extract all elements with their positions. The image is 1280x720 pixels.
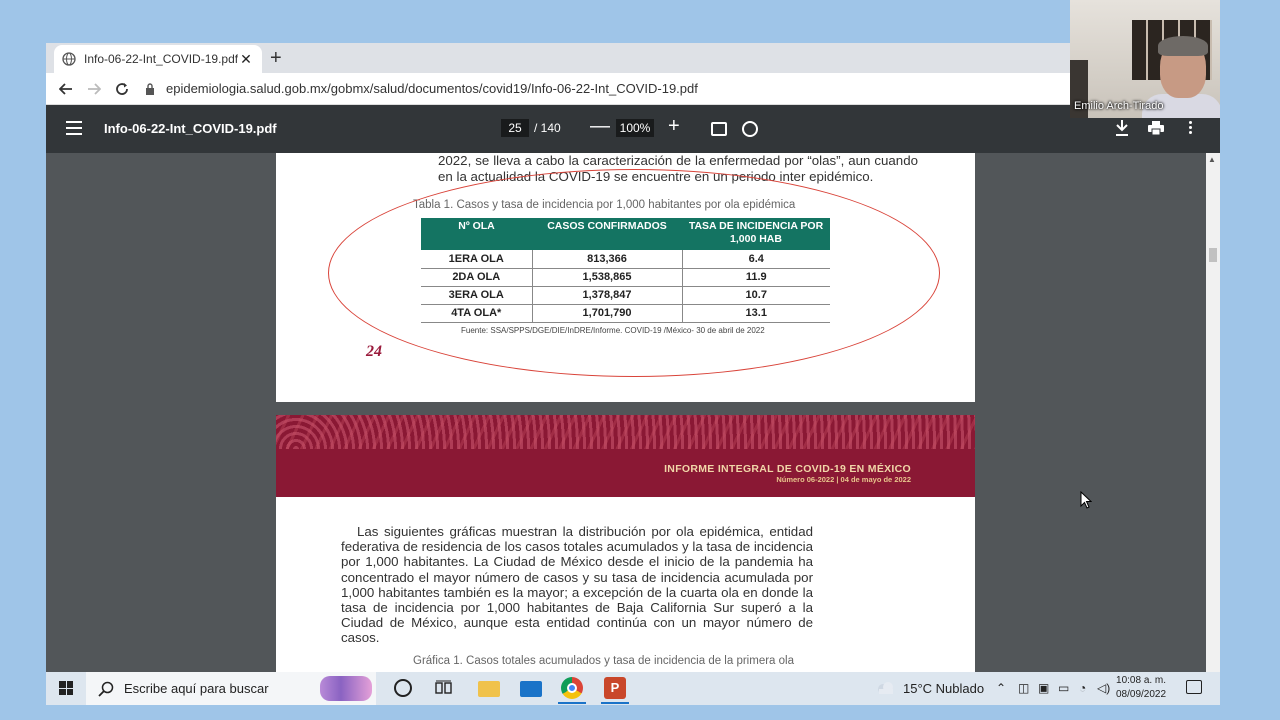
page-number-input[interactable]: 25: [501, 119, 529, 137]
lock-icon: [146, 82, 154, 95]
graph-caption: Gráfica 1. Casos totales acumulados y ta…: [413, 655, 794, 667]
search-icon: [98, 681, 114, 697]
taskbar-search[interactable]: Escribe aquí para buscar: [86, 672, 376, 705]
cortana-icon[interactable]: [394, 679, 412, 697]
address-bar-row: epidemiologia.salud.gob.mx/gobmx/salud/d…: [46, 73, 1220, 105]
volume-icon[interactable]: ◁): [1097, 681, 1110, 695]
task-view-icon[interactable]: [435, 680, 453, 696]
page-number: 24: [366, 343, 382, 360]
url-field[interactable]: epidemiologia.salud.gob.mx/gobmx/salud/d…: [144, 81, 698, 96]
chrome-active-indicator: [558, 702, 586, 704]
security-icon[interactable]: ▣: [1038, 681, 1049, 695]
print-icon[interactable]: [1148, 121, 1164, 135]
scroll-thumb[interactable]: [1209, 248, 1217, 262]
url-text: epidemiologia.salud.gob.mx/gobmx/salud/d…: [166, 81, 698, 96]
annotation-ellipse: [328, 169, 940, 377]
windows-start-icon[interactable]: [59, 681, 73, 695]
battery-icon[interactable]: ▭: [1058, 681, 1069, 695]
new-tab-button[interactable]: +: [270, 47, 282, 69]
arrow-right-icon: [88, 82, 101, 95]
file-explorer-icon[interactable]: [478, 681, 500, 697]
powerpoint-icon[interactable]: P: [604, 677, 626, 699]
cloud-icon[interactable]: [876, 680, 896, 696]
chevron-up-icon[interactable]: ⌃: [996, 681, 1006, 695]
pdf-page-25: INFORME INTEGRAL DE COVID-19 EN MÉXICO N…: [276, 415, 975, 705]
notification-icon[interactable]: [1186, 680, 1202, 694]
powerpoint-active-indicator: [601, 702, 629, 704]
zoom-level-input[interactable]: 100%: [616, 119, 654, 137]
arrow-left-icon: [59, 82, 72, 95]
presenter-name: Emilio Arch-Tirado: [1074, 100, 1164, 112]
body-paragraph: Las siguientes gráficas muestran la dist…: [341, 524, 813, 646]
report-banner: INFORME INTEGRAL DE COVID-19 EN MÉXICO N…: [276, 415, 975, 497]
scroll-up-icon[interactable]: ▲: [1208, 155, 1216, 164]
zoom-out-button[interactable]: —: [590, 115, 610, 138]
globe-icon: [62, 52, 76, 66]
download-icon[interactable]: [1115, 119, 1129, 137]
webcam-overlay: Emilio Arch-Tirado: [1070, 0, 1220, 118]
banner-title: INFORME INTEGRAL DE COVID-19 EN MÉXICO: [664, 463, 911, 475]
meet-icon[interactable]: ◫: [1018, 681, 1029, 695]
zoom-in-button[interactable]: +: [668, 115, 680, 138]
more-options-icon[interactable]: [1189, 121, 1193, 137]
tab-strip: Info-06-22-Int_COVID-19.pdf ✕ +: [46, 43, 1220, 73]
vertical-scrollbar[interactable]: ▲ ▼: [1206, 153, 1220, 705]
forward-button[interactable]: [80, 75, 108, 103]
pdf-toolbar: Info-06-22-Int_COVID-19.pdf 25 / 140 — 1…: [46, 105, 1220, 153]
clock-date: 08/09/2022: [1116, 689, 1167, 700]
reload-button[interactable]: [108, 75, 136, 103]
menu-icon[interactable]: [66, 121, 82, 135]
browser-window: Info-06-22-Int_COVID-19.pdf ✕ + epidemio…: [46, 43, 1220, 705]
pdf-title: Info-06-22-Int_COVID-19.pdf: [104, 121, 277, 136]
rotate-icon[interactable]: [742, 121, 758, 137]
reload-icon: [116, 82, 128, 95]
mouse-cursor-icon: [1080, 491, 1092, 509]
weather-text[interactable]: 15°C Nublado: [903, 681, 984, 696]
pdf-page-24: 2022, se lleva a cabo la caracterización…: [276, 153, 975, 402]
body-paragraph-text: Las siguientes gráficas muestran la dist…: [341, 524, 813, 646]
chrome-icon[interactable]: [561, 677, 583, 699]
back-button[interactable]: [52, 75, 80, 103]
close-tab-icon[interactable]: ✕: [238, 51, 254, 68]
mail-icon[interactable]: [520, 681, 542, 697]
clock[interactable]: 10:08 a. m. 08/09/2022: [1116, 674, 1166, 702]
pdf-viewport[interactable]: 2022, se lleva a cabo la caracterización…: [46, 153, 1220, 705]
banner-pattern-stripes: [276, 415, 975, 449]
browser-tab[interactable]: Info-06-22-Int_COVID-19.pdf ✕: [54, 45, 262, 73]
page-total: / 140: [534, 121, 561, 135]
search-highlight-art: [320, 676, 372, 701]
banner-subtitle: Número 06-2022 | 04 de mayo de 2022: [776, 475, 911, 484]
fit-page-icon[interactable]: [711, 122, 727, 136]
search-placeholder: Escribe aquí para buscar: [124, 681, 269, 696]
network-icon[interactable]: ◔: [1079, 681, 1086, 695]
clock-time: 10:08 a. m.: [1116, 675, 1167, 686]
windows-taskbar: Escribe aquí para buscar P 15°C Nublado …: [46, 672, 1220, 705]
tab-title: Info-06-22-Int_COVID-19.pdf: [84, 52, 238, 66]
